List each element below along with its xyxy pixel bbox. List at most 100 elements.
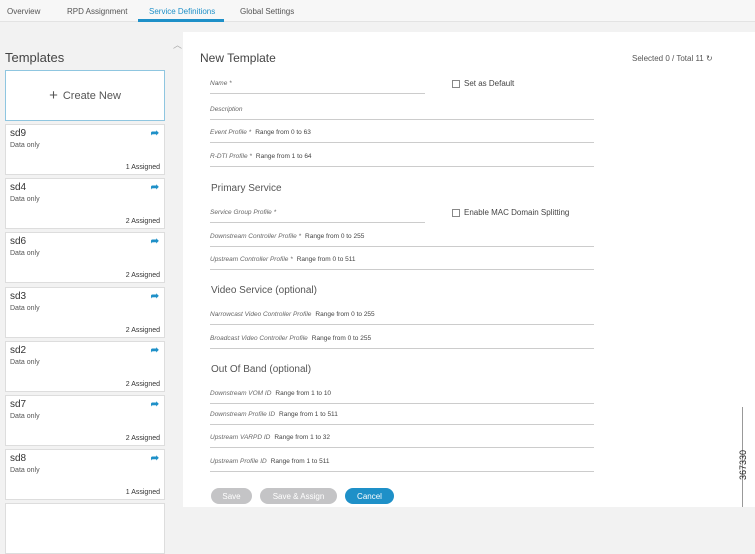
field-hint: Range from 0 to 511	[296, 256, 356, 263]
template-type: Data only	[10, 250, 40, 257]
template-card[interactable]: sd2 ➦ Data only 2 Assigned	[5, 341, 165, 392]
templates-heading: Templates	[5, 50, 65, 65]
template-name: sd8	[10, 453, 27, 464]
field-hint: Range from 1 to 64	[255, 153, 312, 160]
form-field[interactable]: Name *	[210, 80, 425, 94]
form-field[interactable]: Narrowcast Video Controller Profile Range…	[210, 311, 594, 325]
checkbox-box[interactable]	[452, 208, 460, 217]
cancel-button[interactable]: Cancel	[345, 488, 394, 504]
field-label: Upstream Controller Profile *	[210, 256, 293, 263]
section-primary: Primary Service	[211, 183, 282, 194]
field-hint: Range from 1 to 10	[275, 390, 332, 397]
field-label: Upstream VARPD ID	[210, 434, 271, 441]
assigned-count: 1 Assigned	[125, 164, 160, 171]
assigned-count: 2 Assigned	[125, 327, 160, 334]
refresh-icon[interactable]: ↻	[706, 54, 713, 63]
field-label: Name *	[210, 80, 232, 87]
template-card[interactable]	[5, 503, 165, 554]
share-arrow-icon[interactable]: ➦	[151, 128, 159, 139]
section-oob: Out Of Band (optional)	[211, 364, 312, 375]
figure-id: 367330	[738, 449, 748, 480]
assigned-count: 2 Assigned	[125, 218, 160, 225]
page-title: New Template	[200, 51, 276, 65]
field-label: Downstream VOM ID	[210, 390, 272, 397]
tab-bar: Overview RPD Assignment Service Definiti…	[0, 0, 755, 22]
form-field[interactable]: Event Profile * Range from 0 to 63	[210, 129, 594, 143]
template-name: sd3	[10, 291, 27, 302]
share-arrow-icon[interactable]: ➦	[151, 453, 159, 464]
mac-split-label: Enable MAC Domain Splitting	[464, 208, 570, 217]
form-field[interactable]: Service Group Profile *	[210, 209, 425, 223]
form-field[interactable]: Upstream Profile ID Range from 1 to 511	[210, 458, 594, 472]
field-label: Description	[210, 106, 243, 113]
template-card[interactable]: sd4 ➦ Data only 2 Assigned	[5, 178, 165, 229]
selection-count: Selected 0 / Total 11 ↻	[632, 54, 713, 63]
create-new-label: Create New	[62, 89, 121, 102]
template-name: sd2	[10, 345, 27, 356]
create-new-button[interactable]: + Create New	[5, 70, 165, 121]
section-video: Video Service (optional)	[211, 285, 317, 296]
checkbox-box[interactable]	[452, 79, 460, 88]
tab-global-settings[interactable]: Global Settings	[240, 7, 294, 16]
share-arrow-icon[interactable]: ➦	[151, 291, 159, 302]
form-field[interactable]: Downstream Controller Profile * Range fro…	[210, 233, 594, 247]
assigned-count: 2 Assigned	[125, 435, 160, 442]
template-type: Data only	[10, 196, 40, 203]
share-arrow-icon[interactable]: ➦	[151, 182, 159, 193]
tab-overview[interactable]: Overview	[7, 7, 40, 16]
field-label: Narrowcast Video Controller Profile	[210, 311, 312, 318]
save-assign-button[interactable]: Save & Assign	[260, 488, 337, 504]
field-hint: Range from 1 to 511	[279, 411, 338, 418]
tab-rpd-assignment[interactable]: RPD Assignment	[67, 7, 127, 16]
template-type: Data only	[10, 467, 40, 474]
share-arrow-icon[interactable]: ➦	[151, 345, 159, 356]
count-text: Selected 0 / Total 11	[632, 54, 704, 63]
share-arrow-icon[interactable]: ➦	[151, 399, 159, 410]
template-type: Data only	[10, 359, 40, 366]
share-arrow-icon[interactable]: ➦	[151, 236, 159, 247]
set-default-checkbox[interactable]: Set as Default	[452, 79, 514, 88]
field-hint: Range from 0 to 255	[315, 311, 375, 318]
field-label: Event Profile *	[210, 129, 252, 136]
field-label: Downstream Controller Profile *	[210, 233, 302, 240]
template-card[interactable]: sd9 ➦ Data only 1 Assigned	[5, 124, 165, 175]
form-field[interactable]: Upstream Controller Profile * Range from …	[210, 256, 594, 270]
field-hint: Range from 0 to 255	[311, 335, 372, 342]
tab-service-definitions[interactable]: Service Definitions	[149, 7, 215, 16]
template-card[interactable]: sd3 ➦ Data only 2 Assigned	[5, 287, 165, 338]
field-label: Upstream Profile ID	[210, 458, 267, 465]
save-button[interactable]: Save	[211, 488, 252, 504]
chevron-up-icon[interactable]: ︿	[173, 38, 182, 51]
field-label: Downstream Profile ID	[210, 411, 276, 418]
form-field[interactable]: Description	[210, 106, 594, 120]
field-label: Service Group Profile *	[210, 209, 277, 216]
plus-icon: +	[49, 87, 58, 104]
template-name: sd4	[10, 182, 27, 193]
assigned-count: 1 Assigned	[125, 489, 160, 496]
template-name: sd7	[10, 399, 27, 410]
template-name: sd9	[10, 128, 27, 139]
template-name: sd6	[10, 236, 27, 247]
template-card[interactable]: sd6 ➦ Data only 2 Assigned	[5, 232, 165, 283]
set-default-label: Set as Default	[464, 79, 515, 88]
field-label: Broadcast Video Controller Profile	[210, 335, 308, 342]
form-field[interactable]: R-DTI Profile * Range from 1 to 64	[210, 153, 594, 167]
template-type: Data only	[10, 305, 40, 312]
field-hint: Range from 0 to 255	[305, 233, 365, 240]
assigned-count: 2 Assigned	[125, 272, 160, 279]
field-hint: Range from 0 to 63	[255, 129, 311, 136]
form-field[interactable]: Downstream VOM ID Range from 1 to 10	[210, 390, 594, 404]
template-type: Data only	[10, 142, 40, 149]
template-type: Data only	[10, 413, 40, 420]
active-tab-indicator	[138, 19, 224, 22]
mac-split-checkbox[interactable]: Enable MAC Domain Splitting	[452, 208, 569, 217]
template-card[interactable]: sd7 ➦ Data only 2 Assigned	[5, 395, 165, 446]
field-label: R-DTI Profile *	[210, 153, 252, 160]
template-card[interactable]: sd8 ➦ Data only 1 Assigned	[5, 449, 165, 500]
field-hint: Range from 1 to 32	[274, 434, 330, 441]
assigned-count: 2 Assigned	[125, 381, 160, 388]
form-field[interactable]: Downstream Profile ID Range from 1 to 511	[210, 411, 594, 425]
form-field[interactable]: Broadcast Video Controller Profile Range …	[210, 335, 594, 349]
field-hint: Range from 1 to 511	[270, 458, 330, 465]
form-field[interactable]: Upstream VARPD ID Range from 1 to 32	[210, 434, 594, 448]
